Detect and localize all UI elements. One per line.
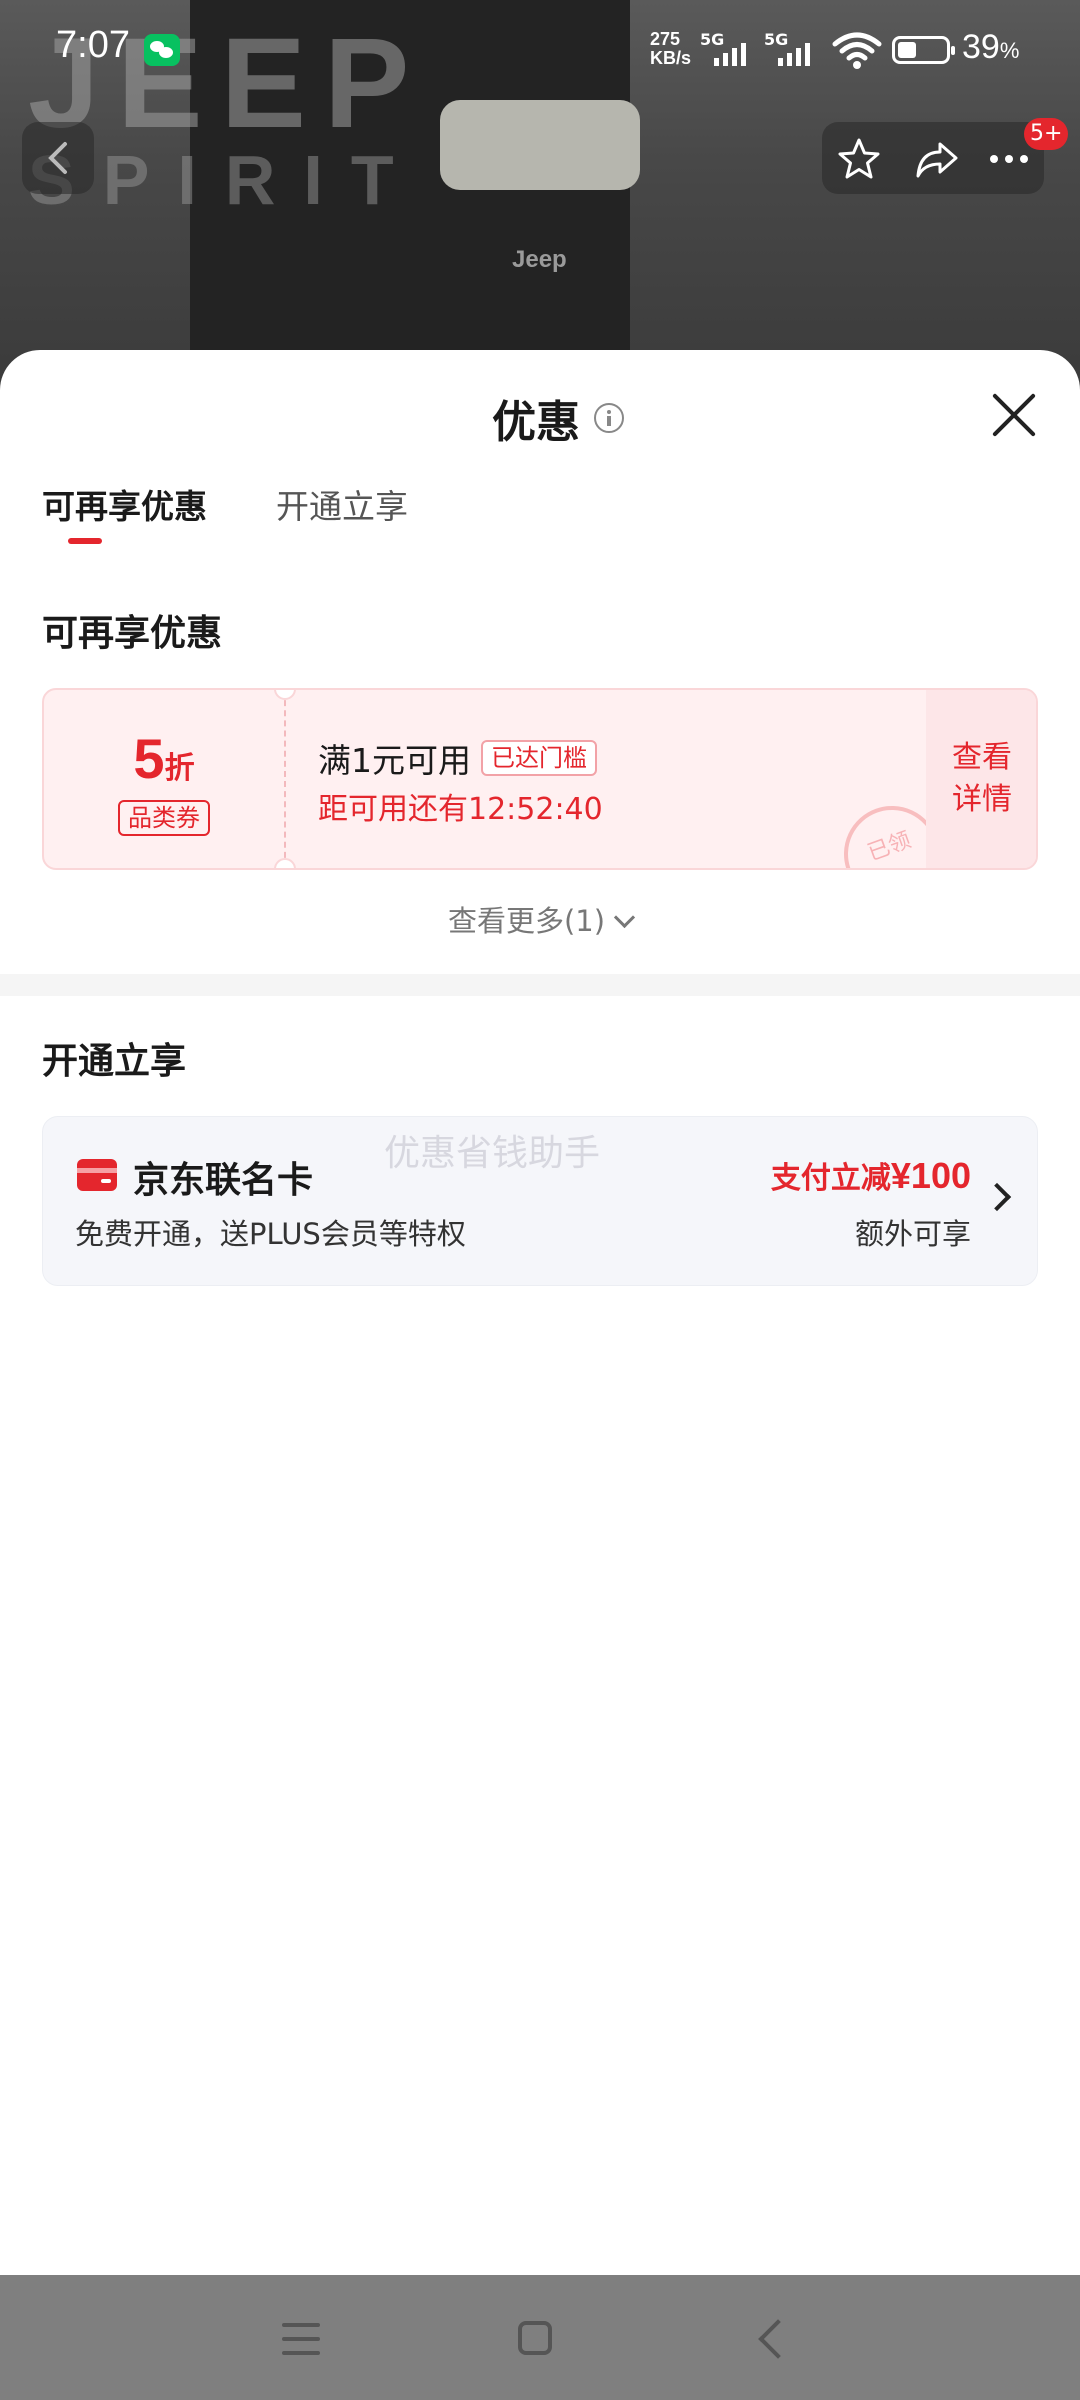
coupon-notch-bottom bbox=[274, 858, 296, 868]
card-extra: 额外可享 bbox=[854, 1217, 971, 1251]
card-saving-amount: ¥100 bbox=[890, 1155, 971, 1196]
chevron-down-icon bbox=[613, 906, 636, 929]
network-speed-unit: KB/s bbox=[650, 48, 692, 68]
assistant-watermark: 优惠省钱助手 bbox=[384, 1133, 601, 1174]
home-icon[interactable] bbox=[518, 2321, 552, 2355]
see-more-label: 查看更多(1) bbox=[447, 904, 606, 938]
coupon-divider bbox=[284, 690, 286, 868]
system-nav-bar bbox=[0, 2275, 1080, 2400]
star-icon[interactable] bbox=[836, 136, 882, 182]
coupon-discount-unit: 折 bbox=[164, 751, 195, 786]
back-button[interactable] bbox=[22, 122, 94, 194]
info-icon[interactable] bbox=[594, 403, 624, 433]
garment-light bbox=[440, 100, 640, 190]
network-speed: 275 KB/s bbox=[650, 30, 691, 68]
card-name: 京东联名卡 bbox=[133, 1160, 314, 1201]
tab-reusable-offers[interactable]: 可再享优惠 bbox=[42, 480, 207, 528]
chevron-right-icon bbox=[982, 1182, 1012, 1212]
signal-icon-2: 5G bbox=[764, 30, 832, 68]
coupon-discount: 5折 bbox=[44, 726, 284, 791]
section-divider bbox=[0, 974, 1080, 996]
sheet-title: 优惠 bbox=[492, 397, 580, 448]
section-title-reusable: 可再享优惠 bbox=[42, 613, 223, 654]
network-speed-value: 275 bbox=[650, 29, 681, 49]
card-description: 免费开通，送PLUS会员等特权 bbox=[75, 1217, 466, 1251]
signal-icon-1: 5G bbox=[700, 30, 768, 68]
close-icon[interactable] bbox=[990, 390, 1038, 438]
coupon-condition-row: 满1元可用 已达门槛 bbox=[318, 734, 597, 782]
top-actions bbox=[822, 122, 1044, 194]
coupon-card[interactable]: 5折 品类券 满1元可用 已达门槛 距可用还有12:52:40 已领 查看 详情 bbox=[42, 688, 1038, 870]
view-details-line2: 详情 bbox=[952, 782, 1012, 817]
view-details-button[interactable]: 查看 详情 bbox=[926, 690, 1036, 868]
coupon-discount-value: 5 bbox=[133, 727, 165, 790]
chevron-left-icon bbox=[48, 142, 67, 174]
menu-icon[interactable] bbox=[282, 2323, 320, 2357]
coupon-condition: 满1元可用 bbox=[318, 741, 471, 780]
coupon-value-area: 5折 品类券 bbox=[44, 690, 284, 868]
status-bar: 7:07 275 KB/s 5G 5G 39% bbox=[0, 0, 1080, 100]
card-saving: 支付立减¥100 bbox=[771, 1153, 971, 1197]
coupon-countdown: 距可用还有12:52:40 bbox=[318, 792, 603, 827]
wechat-icon bbox=[144, 34, 180, 66]
threshold-tag: 已达门槛 bbox=[481, 740, 597, 776]
battery-percent: 39% bbox=[962, 28, 1020, 66]
section-title-open: 开通立享 bbox=[42, 1041, 187, 1082]
back-icon[interactable] bbox=[758, 2319, 798, 2359]
tab-indicator bbox=[68, 538, 102, 544]
view-details-line1: 查看 bbox=[952, 740, 1012, 775]
see-more-button[interactable]: 查看更多(1) bbox=[0, 898, 1080, 940]
notification-badge: 5+ bbox=[1024, 118, 1069, 150]
card-saving-prefix: 支付立减 bbox=[770, 1161, 891, 1196]
credit-card-icon bbox=[77, 1159, 117, 1191]
wifi-icon bbox=[832, 32, 882, 69]
battery-percent-unit: % bbox=[999, 38, 1020, 63]
battery-icon bbox=[892, 36, 955, 64]
tab-open-offers[interactable]: 开通立享 bbox=[276, 480, 408, 528]
discount-sheet: 优惠 可再享优惠 开通立享 可再享优惠 5折 品类券 满1元可用 已达门槛 距可… bbox=[0, 350, 1080, 2275]
more-icon[interactable] bbox=[986, 136, 1032, 182]
garment-logo: Jeep bbox=[512, 246, 567, 273]
sheet-header: 优惠 bbox=[492, 386, 624, 450]
status-time: 7:07 bbox=[56, 24, 130, 66]
share-icon[interactable] bbox=[914, 136, 960, 182]
coupon-type-tag: 品类券 bbox=[118, 800, 210, 836]
